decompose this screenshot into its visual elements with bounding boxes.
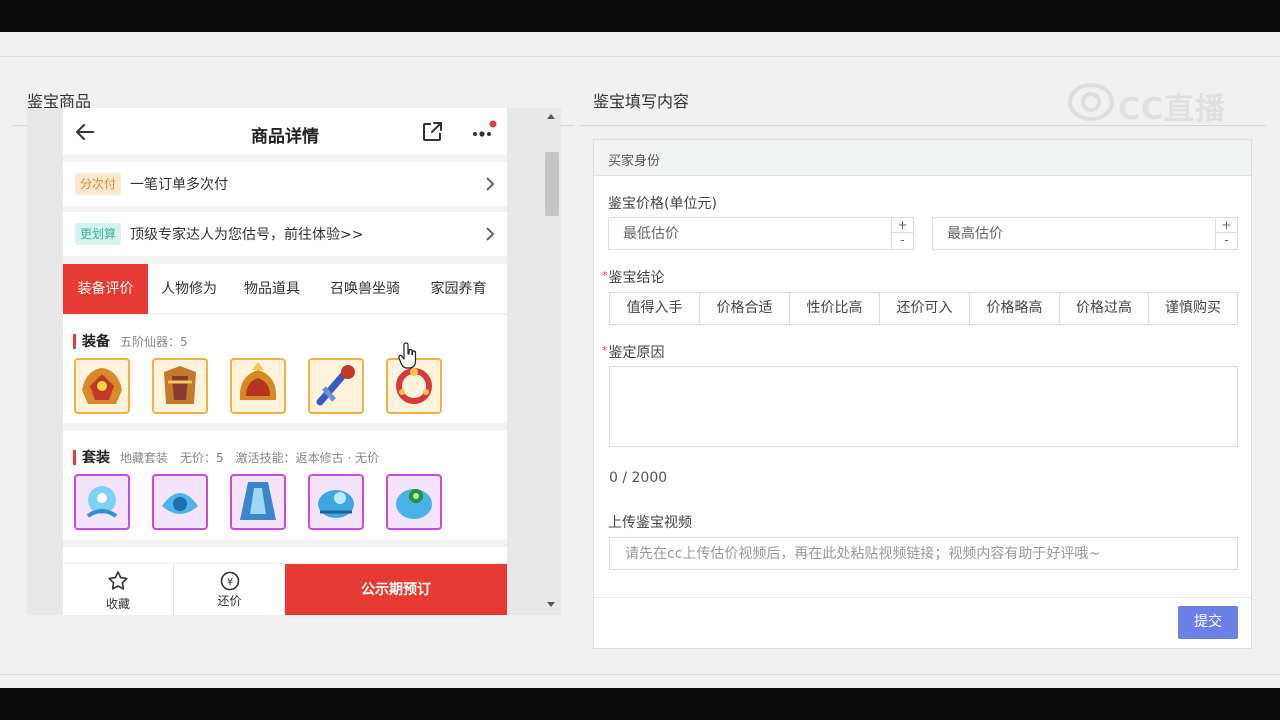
phone-screen: 商品详情 分次付 一笔订单多次付 更划算 顶级专家达人为您估号，前往体验>> 装… bbox=[63, 108, 507, 615]
category-tabs: 装备评价 人物修为 物品道具 召唤兽坐骑 家园养育 bbox=[63, 264, 507, 314]
video-link-input[interactable] bbox=[610, 538, 1237, 569]
bargain-label: 还价 bbox=[217, 594, 242, 608]
option-good-value[interactable]: 性价比高 bbox=[790, 293, 880, 324]
hand-cursor-icon bbox=[398, 342, 417, 369]
increment-button[interactable]: + bbox=[892, 218, 913, 233]
video-link-field bbox=[609, 537, 1238, 570]
suit-card: 套装 地藏套装 无价：5 激活技能：返本修古 · 无价 bbox=[63, 431, 507, 539]
installment-text: 一笔订单多次付 bbox=[130, 177, 228, 193]
product-preview-panel: 商品详情 分次付 一笔订单多次付 更划算 顶级专家达人为您估号，前往体验>> 装… bbox=[27, 108, 561, 615]
star-icon bbox=[108, 571, 128, 590]
equipment-item[interactable] bbox=[308, 358, 364, 414]
bargain-button[interactable]: ¥ 还价 bbox=[174, 564, 285, 615]
price-label: 鉴宝价格(单位元) bbox=[608, 196, 717, 212]
min-price-field: + - bbox=[608, 217, 914, 250]
svg-text:¥: ¥ bbox=[226, 577, 232, 588]
suit-heading: 套装 地藏套装 无价：5 激活技能：返本修古 · 无价 bbox=[73, 447, 380, 466]
conclusion-label: *鉴宝结论 bbox=[602, 269, 665, 286]
option-bargain-ok[interactable]: 还价可入 bbox=[880, 293, 970, 324]
scrollbar[interactable] bbox=[543, 108, 561, 615]
more-menu-icon[interactable] bbox=[469, 120, 497, 144]
option-fair-price[interactable]: 价格合适 bbox=[700, 293, 790, 324]
product-action-bar: 收藏 ¥ 还价 公示期预订 bbox=[63, 563, 507, 615]
favorite-label: 收藏 bbox=[105, 597, 130, 611]
promo-text: 顶级专家达人为您估号，前往体验>> bbox=[130, 227, 364, 243]
right-section-title: 鉴宝填写内容 bbox=[593, 92, 690, 111]
equipment-card: 装备 五阶仙器：5 bbox=[63, 315, 507, 423]
character-counter: 0 / 2000 bbox=[609, 470, 668, 486]
max-price-stepper: + - bbox=[1215, 218, 1237, 249]
video-letterbox-bottom bbox=[0, 688, 1280, 720]
max-price-input[interactable] bbox=[933, 218, 1215, 249]
decrement-button[interactable]: - bbox=[892, 233, 913, 248]
logo-text: CC直播 bbox=[1118, 92, 1227, 127]
equipment-title: 装备 bbox=[82, 334, 110, 350]
suit-subtitle: 地藏套装 无价：5 激活技能：返本修古 · 无价 bbox=[120, 451, 380, 465]
suit-item[interactable] bbox=[308, 474, 364, 530]
suit-item[interactable] bbox=[152, 474, 208, 530]
tab-equipment-review[interactable]: 装备评价 bbox=[63, 264, 148, 314]
installment-tag: 分次付 bbox=[75, 173, 122, 195]
equipment-item[interactable] bbox=[74, 358, 130, 414]
tab-character[interactable]: 人物修为 bbox=[148, 264, 230, 314]
suit-item[interactable] bbox=[230, 474, 286, 530]
equipment-heading: 装备 五阶仙器：5 bbox=[73, 331, 188, 350]
suit-title: 套装 bbox=[82, 450, 110, 466]
option-buy-cautiously[interactable]: 谨慎购买 bbox=[1149, 293, 1237, 324]
decrement-button[interactable]: - bbox=[1216, 233, 1237, 248]
tab-items[interactable]: 物品道具 bbox=[230, 264, 314, 314]
form-header: 买家身份 bbox=[594, 140, 1251, 176]
video-letterbox-top bbox=[0, 0, 1280, 32]
scrollbar-thumb[interactable] bbox=[545, 152, 559, 216]
yen-coin-icon: ¥ bbox=[220, 571, 239, 591]
option-worth-buying[interactable]: 值得入手 bbox=[610, 293, 700, 324]
divider bbox=[594, 597, 1251, 598]
appraisal-form: 买家身份 鉴宝价格(单位元) + - + - *鉴宝结论 值得入手 价格合适 性… bbox=[593, 139, 1252, 649]
conclusion-options: 值得入手 价格合适 性价比高 还价可入 价格略高 价格过高 谨慎购买 bbox=[609, 292, 1238, 325]
chevron-right-icon bbox=[486, 177, 495, 191]
cc-live-logo: CC直播 bbox=[1068, 80, 1240, 127]
installment-row[interactable]: 分次付 一笔订单多次付 bbox=[63, 162, 507, 206]
divider bbox=[0, 56, 1280, 57]
max-price-field: + - bbox=[932, 217, 1238, 250]
video-label: 上传鉴宝视频 bbox=[608, 515, 692, 531]
equipment-subtitle: 五阶仙器：5 bbox=[120, 335, 188, 349]
promo-tag: 更划算 bbox=[75, 223, 122, 245]
favorite-button[interactable]: 收藏 bbox=[63, 564, 173, 615]
reason-textarea[interactable] bbox=[609, 366, 1238, 447]
min-price-input[interactable] bbox=[609, 218, 891, 249]
divider bbox=[0, 674, 1280, 675]
submit-button[interactable]: 提交 bbox=[1178, 606, 1238, 639]
option-too-high[interactable]: 价格过高 bbox=[1060, 293, 1149, 324]
appraisal-promo-row[interactable]: 更划算 顶级专家达人为您估号，前往体验>> bbox=[63, 212, 507, 256]
chevron-right-icon bbox=[486, 227, 495, 241]
preorder-button[interactable]: 公示期预订 bbox=[285, 564, 507, 615]
equipment-item[interactable] bbox=[152, 358, 208, 414]
tab-homestead[interactable]: 家园养育 bbox=[416, 264, 501, 314]
notification-dot bbox=[489, 120, 497, 128]
increment-button[interactable]: + bbox=[1216, 218, 1237, 233]
tab-summons[interactable]: 召唤兽坐骑 bbox=[314, 264, 416, 314]
reason-label: *鉴定原因 bbox=[602, 344, 665, 361]
suit-item[interactable] bbox=[74, 474, 130, 530]
share-icon[interactable] bbox=[421, 121, 443, 143]
option-slightly-high[interactable]: 价格略高 bbox=[970, 293, 1060, 324]
suit-item[interactable] bbox=[386, 474, 442, 530]
scroll-up-arrow-icon[interactable] bbox=[547, 114, 555, 119]
eye-logo-icon bbox=[1068, 83, 1114, 121]
min-price-stepper: + - bbox=[891, 218, 913, 249]
equipment-item[interactable] bbox=[230, 358, 286, 414]
buyer-identity-label: 买家身份 bbox=[608, 154, 661, 169]
product-header: 商品详情 bbox=[63, 108, 507, 156]
scroll-down-arrow-icon[interactable] bbox=[547, 602, 555, 607]
